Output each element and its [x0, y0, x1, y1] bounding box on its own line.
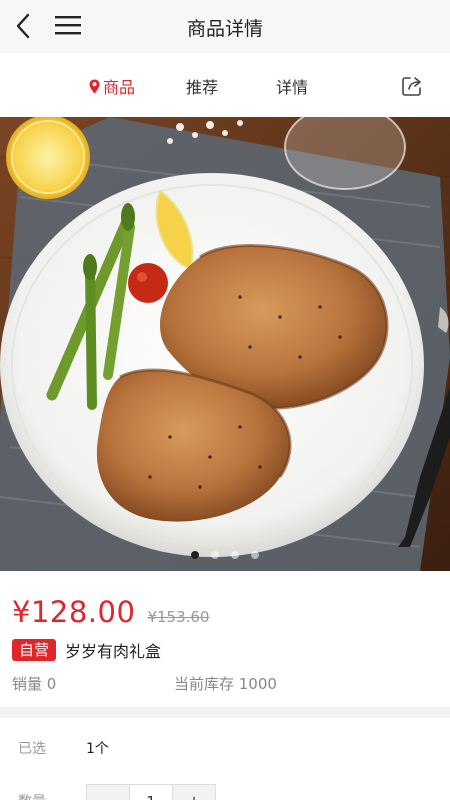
product-image-carousel[interactable]: [0, 117, 450, 571]
tab-details[interactable]: 详情: [276, 74, 308, 98]
product-info-card: ¥128.00 ¥153.60 自营 岁岁有肉礼盒 销量 0 当前库存 1000: [0, 571, 450, 707]
chevron-left-icon: [16, 13, 30, 39]
quantity-label: 数量: [18, 791, 46, 800]
section-tabs: 商品 推荐 详情: [0, 53, 450, 117]
current-price: ¥128.00: [12, 595, 136, 629]
self-operated-badge: 自营: [12, 639, 57, 661]
tab-recommend-label: 推荐: [186, 78, 219, 97]
decrease-button[interactable]: -: [87, 785, 129, 800]
hamburger-menu-icon: [55, 16, 81, 35]
price-row: ¥128.00 ¥153.60: [12, 595, 209, 629]
product-name: 岁岁有肉礼盒: [65, 642, 162, 661]
tab-goods[interactable]: 商品: [89, 74, 135, 98]
product-image: [0, 117, 450, 571]
spec-selection-card[interactable]: 已选 1个 数量 - 1 +: [0, 718, 450, 800]
tab-details-label: 详情: [276, 78, 309, 97]
original-price: ¥153.60: [147, 608, 210, 626]
carousel-dot[interactable]: [211, 551, 219, 559]
sales-count: 销量 0: [12, 675, 57, 693]
tab-goods-label: 商品: [103, 78, 136, 97]
share-button[interactable]: [400, 74, 424, 98]
carousel-indicator: [0, 551, 450, 559]
carousel-dot[interactable]: [231, 551, 239, 559]
increase-button[interactable]: +: [173, 785, 215, 800]
quantity-stepper: - 1 +: [86, 784, 216, 800]
top-nav-bar: 商品详情: [0, 0, 450, 53]
selected-label: 已选: [18, 741, 46, 757]
menu-button[interactable]: [52, 10, 84, 40]
location-pin-icon: [89, 79, 100, 93]
stock-count: 当前库存 1000: [174, 675, 277, 693]
selected-value: 1个: [86, 741, 109, 757]
quantity-input[interactable]: 1: [129, 785, 173, 800]
tab-recommend[interactable]: 推荐: [186, 74, 218, 98]
back-button[interactable]: [8, 8, 38, 44]
share-icon: [402, 77, 421, 96]
title-row: 自营 岁岁有肉礼盒: [12, 638, 161, 662]
carousel-dot[interactable]: [251, 551, 259, 559]
carousel-dot[interactable]: [191, 551, 199, 559]
